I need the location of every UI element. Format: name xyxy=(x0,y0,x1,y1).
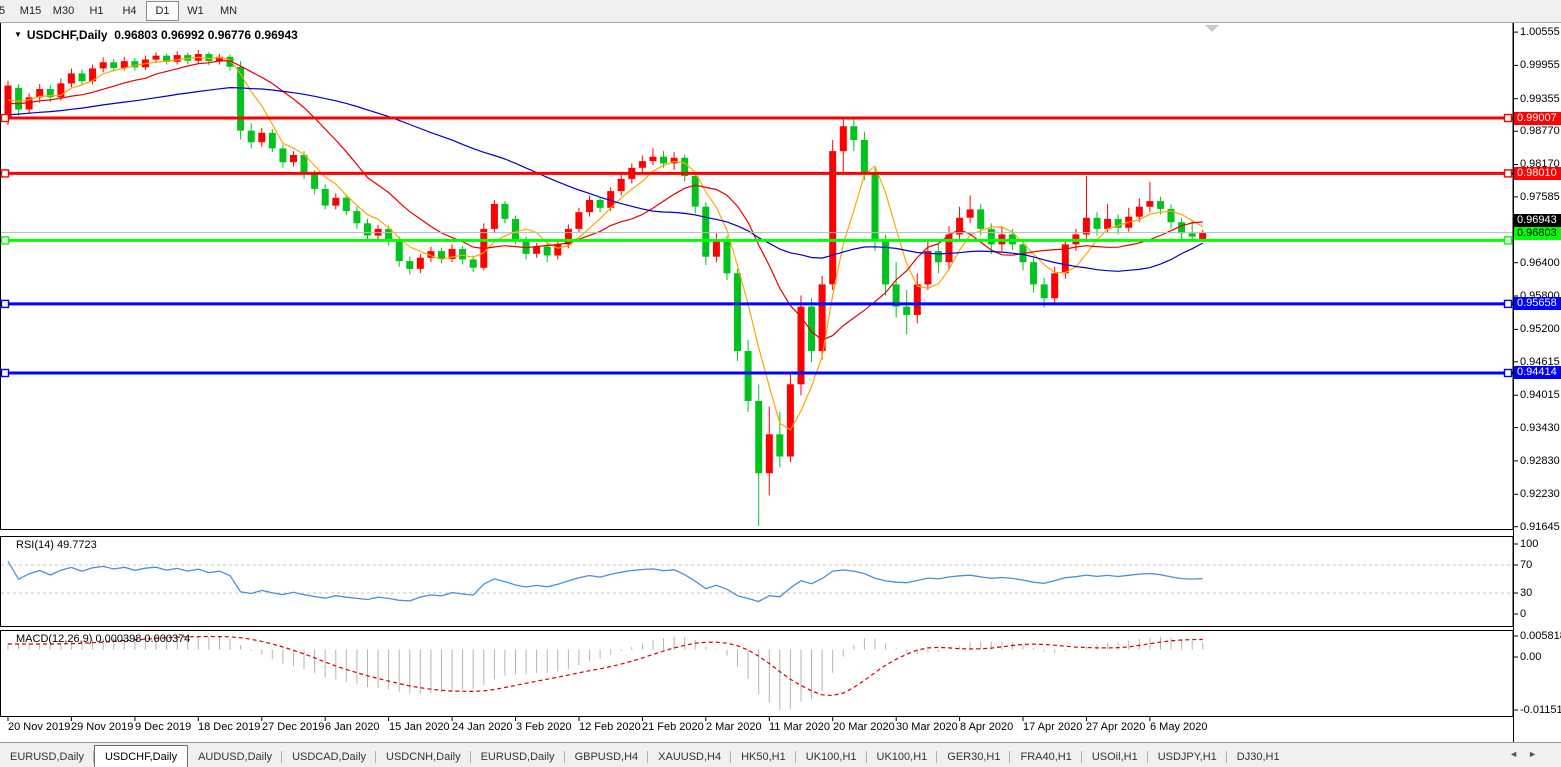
symbol-tab-eurusd-5[interactable]: EURUSD,Daily xyxy=(471,747,565,766)
symbol-tab-usoil-13[interactable]: USOil,H1 xyxy=(1082,747,1148,766)
price-axis-tick: 0.99355 xyxy=(1520,93,1560,105)
price-flag-0.96803: 0.96803 xyxy=(1514,227,1561,240)
symbol-tab-bar: EURUSD,DailyUSDCHF,DailyAUDUSD,DailyUSDC… xyxy=(0,742,1561,767)
macd-histogram xyxy=(8,636,1203,710)
rsi-value: 49.7723 xyxy=(57,539,97,551)
ma-mid xyxy=(8,61,1203,340)
rsi-line xyxy=(8,561,1203,601)
date-axis-label: 18 Dec 2019 xyxy=(198,721,260,733)
price-axis-tick: 1.00555 xyxy=(1520,26,1560,38)
date-axis-label: 21 Feb 2020 xyxy=(642,721,704,733)
pane-borders xyxy=(1,22,1519,742)
rsi-axis-tick: 100 xyxy=(1520,538,1538,550)
price-flag-0.98010: 0.98010 xyxy=(1514,167,1561,180)
rsi-axis-tick: 70 xyxy=(1520,559,1532,571)
date-axis-label: 11 Mar 2020 xyxy=(769,721,830,733)
price-axis-tick: 0.93430 xyxy=(1520,422,1560,434)
date-axis-label: 20 Mar 2020 xyxy=(833,721,895,733)
price-axis-tick: 0.92830 xyxy=(1520,455,1560,467)
symbol-tab-dj30-15[interactable]: DJ30,H1 xyxy=(1227,747,1290,766)
timeframe-button-m30[interactable]: M30 xyxy=(47,1,80,21)
date-axis-label: 12 Feb 2020 xyxy=(579,721,641,733)
chart-ohlc-values: 0.96803 0.96992 0.96776 0.96943 xyxy=(114,28,298,42)
timeframe-button-m5[interactable]: M5 xyxy=(0,1,14,21)
symbol-tab-usdcnh-4[interactable]: USDCNH,Daily xyxy=(376,747,471,766)
timeframe-button-d1[interactable]: D1 xyxy=(146,1,179,21)
tab-scroll-left-icon[interactable]: ◄ xyxy=(1509,749,1528,759)
symbol-tab-usdcad-3[interactable]: USDCAD,Daily xyxy=(282,747,376,766)
timeframe-toolbar: M1M5M15M30H1H4D1W1MN xyxy=(0,0,1561,23)
symbol-tab-usdjpy-14[interactable]: USDJPY,H1 xyxy=(1148,747,1227,766)
timeframe-button-mn[interactable]: MN xyxy=(212,1,245,21)
symbol-tab-uk100-9[interactable]: UK100,H1 xyxy=(796,747,867,766)
date-axis-label: 6 Jan 2020 xyxy=(325,721,379,733)
symbol-tab-eurusd-0[interactable]: EURUSD,Daily xyxy=(0,747,94,766)
symbol-tab-audusd-2[interactable]: AUDUSD,Daily xyxy=(188,747,282,766)
tab-scroll-right-icon[interactable]: ► xyxy=(1528,749,1547,759)
macd-label: MACD(12,26,9) 0.000398 0.000374 xyxy=(16,633,190,645)
price-axis-tick: 0.95200 xyxy=(1520,323,1560,335)
macd-axis-tick: 0.00 xyxy=(1520,651,1541,663)
symbol-tab-gbpusd-6[interactable]: GBPUSD,H4 xyxy=(565,747,649,766)
price-axis-tick: 0.91645 xyxy=(1520,521,1560,533)
price-axis-tick: 0.94015 xyxy=(1520,389,1560,401)
macd-values: 0.000398 0.000374 xyxy=(95,633,190,645)
date-axis-label: 17 Apr 2020 xyxy=(1023,721,1082,733)
date-axis-label: 24 Jan 2020 xyxy=(452,721,513,733)
symbol-tab-fra40-12[interactable]: FRA40,H1 xyxy=(1010,747,1081,766)
symbol-tab-uk100-10[interactable]: UK100,H1 xyxy=(867,747,938,766)
date-axis-label: 15 Jan 2020 xyxy=(389,721,450,733)
symbol-tab-xauusd-7[interactable]: XAUUSD,H4 xyxy=(648,747,731,766)
macd-axis-tick: -0.011514 xyxy=(1520,704,1561,716)
date-axis-label: 2 Mar 2020 xyxy=(706,721,762,733)
price-axis-tick: 0.92230 xyxy=(1520,488,1560,500)
price-flag-0.95658: 0.95658 xyxy=(1514,297,1561,310)
price-flag-0.99007: 0.99007 xyxy=(1514,112,1561,125)
price-flag-0.94414: 0.94414 xyxy=(1514,366,1561,379)
rsi-axis-tick: 0 xyxy=(1520,608,1526,620)
price-axis-tick: 0.97585 xyxy=(1520,191,1560,203)
price-axis-tick: 0.99955 xyxy=(1520,59,1560,71)
chart-symbol-label: USDCHF,Daily xyxy=(27,28,108,42)
chart-title: ▼ USDCHF,Daily 0.96803 0.96992 0.96776 0.… xyxy=(14,28,298,42)
chart-dropdown-icon[interactable]: ▼ xyxy=(14,30,22,39)
timeframe-button-h4[interactable]: H4 xyxy=(113,1,146,21)
date-axis-label: 8 Apr 2020 xyxy=(960,721,1013,733)
macd-axis-tick: 0.005818 xyxy=(1520,630,1561,642)
symbol-tab-hk50-8[interactable]: HK50,H1 xyxy=(731,747,796,766)
symbol-tab-usdchf-1[interactable]: USDCHF,Daily xyxy=(94,745,188,767)
timeframe-button-m15[interactable]: M15 xyxy=(14,1,47,21)
chart-shift-icon xyxy=(1205,25,1219,32)
timeframe-button-h1[interactable]: H1 xyxy=(80,1,113,21)
price-axis-tick: 0.96400 xyxy=(1520,257,1560,269)
candles xyxy=(5,50,1207,526)
date-axis-label: 30 Mar 2020 xyxy=(896,721,958,733)
price-axis-tick: 0.98770 xyxy=(1520,125,1560,137)
date-axis-label: 6 May 2020 xyxy=(1150,721,1207,733)
rsi-label: RSI(14) 49.7723 xyxy=(16,539,97,551)
tab-scroll-arrows: ◄► xyxy=(1509,749,1547,759)
price-flag-0.96943: 0.96943 xyxy=(1514,214,1561,227)
trading-platform-window: M1M5M15M30H1H4D1W1MN ▼ USDCHF,Daily 0.968… xyxy=(0,0,1561,767)
timeframe-button-w1[interactable]: W1 xyxy=(179,1,212,21)
date-axis-label: 27 Dec 2019 xyxy=(262,721,324,733)
date-axis-label: 27 Apr 2020 xyxy=(1086,721,1145,733)
symbol-tab-ger30-11[interactable]: GER30,H1 xyxy=(937,747,1010,766)
rsi-axis-tick: 30 xyxy=(1520,587,1532,599)
date-axis-label: 3 Feb 2020 xyxy=(516,721,572,733)
date-axis-label: 9 Dec 2019 xyxy=(135,721,191,733)
date-axis-label: 29 Nov 2019 xyxy=(71,721,133,733)
date-axis-label: 20 Nov 2019 xyxy=(8,721,70,733)
